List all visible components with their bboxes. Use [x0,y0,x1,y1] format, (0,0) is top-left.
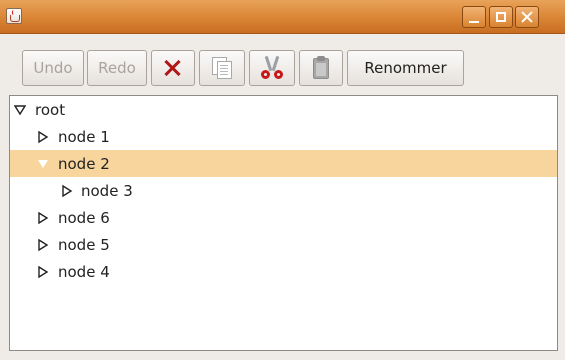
expand-triangle-icon[interactable] [37,130,49,143]
tree-node-label: root [35,100,66,119]
cut-button[interactable] [249,50,295,86]
tree-node-root[interactable]: root [10,96,557,123]
tree-node-label: node 4 [58,262,110,281]
tree-node-label: node 1 [58,127,110,146]
copy-icon [209,55,235,81]
app-window: Undo Redo Renommer root node 1 node 2 no… [0,0,565,360]
paste-icon [308,55,334,81]
undo-button[interactable]: Undo [22,50,84,86]
tree-node[interactable]: node 3 [10,177,557,204]
close-button[interactable] [515,6,539,28]
collapse-triangle-icon[interactable] [37,158,49,170]
tree-node-label: node 3 [81,181,133,200]
paste-button[interactable] [299,50,343,86]
tree-node-label: node 2 [58,154,110,173]
rename-button[interactable]: Renommer [347,50,464,86]
java-icon[interactable] [6,8,22,24]
tree-node[interactable]: node 5 [10,231,557,258]
tree-node-label: node 5 [58,235,110,254]
redo-button[interactable]: Redo [87,50,147,86]
collapse-triangle-icon[interactable] [14,104,26,116]
tree-node-selected[interactable]: node 2 [10,150,557,177]
delete-icon [160,55,186,81]
tree-node[interactable]: node 4 [10,258,557,285]
maximize-button[interactable] [489,6,513,28]
copy-button[interactable] [199,50,245,86]
toolbar: Undo Redo Renommer [0,34,565,92]
tree-node-label: node 6 [58,208,110,227]
tree-node[interactable]: node 6 [10,204,557,231]
delete-button[interactable] [151,50,195,86]
maximize-icon [496,12,506,22]
expand-triangle-icon[interactable] [37,238,49,251]
cut-icon [259,55,285,81]
expand-triangle-icon[interactable] [37,211,49,224]
expand-triangle-icon[interactable] [37,265,49,278]
minimize-icon [469,20,479,23]
expand-triangle-icon[interactable] [61,184,73,197]
title-bar[interactable] [0,0,565,34]
tree-node[interactable]: node 1 [10,123,557,150]
minimize-button[interactable] [462,6,486,28]
tree-view[interactable]: root node 1 node 2 node 3 node 6 node 5 … [9,95,558,351]
